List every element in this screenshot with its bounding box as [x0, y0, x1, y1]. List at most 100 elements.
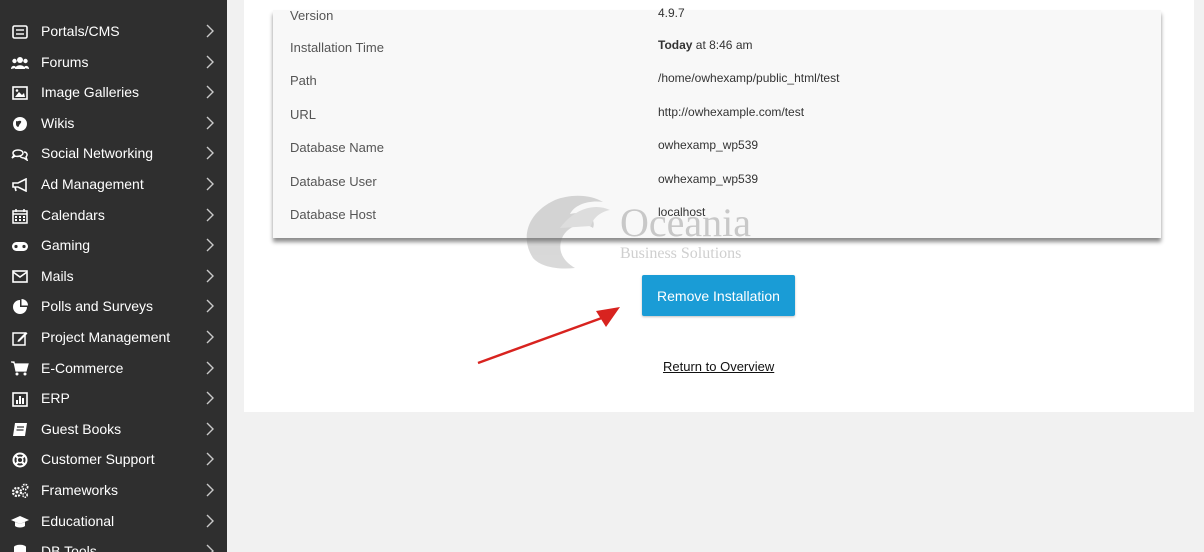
chevron-right-icon — [206, 55, 216, 71]
detail-row: URL http://owhexample.com/test — [273, 99, 1161, 131]
sidebar-item-forums[interactable]: Forums — [0, 48, 227, 78]
sidebar-item-label: Customer Support — [41, 451, 155, 468]
envelope-icon — [11, 269, 29, 285]
sidebar-item-label: ERP — [41, 390, 70, 407]
sidebar-item-label: Project Management — [41, 329, 171, 345]
detail-row: Database Host localhost — [273, 199, 1161, 231]
sidebar-item-label: Social Networking — [41, 145, 154, 162]
detail-value-text: owhexamp_wp539 — [658, 171, 759, 186]
sidebar-item-label: E-Commerce — [41, 359, 124, 376]
gamepad-icon — [11, 238, 29, 254]
detail-key: Database Host — [290, 207, 376, 222]
sidebar-item-educational[interactable]: Educational — [0, 507, 227, 537]
return-to-overview-link[interactable]: Return to Overview — [663, 359, 774, 374]
sidebar-item-customer-support[interactable]: Customer Support — [0, 445, 227, 475]
database-icon — [11, 544, 29, 552]
chat-icon — [11, 146, 29, 162]
sidebar-item-label: Calendars — [41, 206, 105, 223]
detail-key: Version — [290, 8, 334, 23]
graduation-cap-icon — [11, 514, 29, 530]
chevron-right-icon — [206, 24, 216, 40]
detail-value: /home/owhexamp/public_html/test — [658, 71, 839, 85]
chevron-right-icon — [206, 422, 216, 438]
chevron-right-icon — [206, 238, 216, 254]
calendar-icon — [11, 208, 29, 224]
detail-value: 4.9.7 — [658, 6, 685, 20]
sidebar-item-ad-management[interactable]: Ad Management — [0, 170, 227, 200]
detail-value: owhexamp_wp539 — [658, 172, 758, 186]
detail-row: Database User owhexamp_wp539 — [273, 166, 1161, 198]
detail-value-text: at 8:46 am — [692, 38, 753, 52]
chevron-right-icon — [206, 269, 216, 285]
sidebar-item-db-tools[interactable]: DB Tools — [0, 537, 227, 552]
installation-details-card: Version 4.9.7 Installation Time Today at … — [273, 6, 1161, 238]
sidebar-item-label: Forums — [41, 53, 89, 70]
detail-value-text: localhost — [658, 205, 706, 219]
sidebar-item-calendars[interactable]: Calendars — [0, 201, 227, 231]
chevron-right-icon — [206, 299, 216, 315]
remove-installation-button[interactable]: Remove Installation — [642, 275, 795, 316]
detail-value-text: owhexamp_wp539 — [658, 138, 759, 153]
sidebar-item-image-galleries[interactable]: Image Galleries — [0, 78, 227, 108]
sidebar-item-erp[interactable]: ERP — [0, 384, 227, 414]
chevron-right-icon — [206, 85, 216, 101]
sidebar-item-gaming[interactable]: Gaming — [0, 231, 227, 261]
bar-chart-icon — [11, 391, 29, 407]
sidebar-item-label: Frameworks — [41, 482, 119, 498]
list-icon — [11, 24, 29, 40]
globe-icon — [11, 116, 29, 132]
sidebar-item-label: Polls and Surveys — [41, 298, 154, 315]
detail-row: Path/home/owhexamp/public_html/test — [273, 65, 1161, 97]
chevron-right-icon — [206, 208, 216, 224]
detail-value-text: /home/owhexamp/public_html/test — [658, 71, 840, 86]
detail-key: Database User — [290, 173, 377, 189]
detail-value-text: http://owhexample.com/test — [658, 104, 805, 119]
detail-value: http://owhexample.com/test — [658, 105, 804, 119]
chevron-right-icon — [206, 544, 216, 552]
detail-key: Database Name — [290, 140, 384, 156]
cart-icon — [11, 361, 29, 377]
sidebar-item-label: Educational — [41, 512, 115, 529]
detail-key: Path — [290, 73, 317, 89]
sidebar-item-mails[interactable]: Mails — [0, 262, 227, 292]
detail-row-version: Version 4.9.7 — [273, 0, 1161, 32]
edit-icon — [11, 330, 29, 346]
sidebar-item-label: Gaming — [41, 237, 91, 254]
image-icon — [11, 85, 29, 101]
detail-row: Installation Time Today at 8:46 am — [273, 32, 1161, 64]
lifebuoy-icon — [11, 452, 29, 468]
detail-value-emphasis: Today — [658, 38, 693, 52]
chevron-right-icon — [206, 514, 216, 530]
sidebar-item-social-networking[interactable]: Social Networking — [0, 139, 227, 169]
detail-key: Installation Time — [290, 40, 384, 55]
detail-row: Database Name owhexamp_wp539 — [273, 132, 1161, 164]
sidebar-item-frameworks[interactable]: Frameworks — [0, 476, 227, 506]
sidebar-item-label: Wikis — [41, 114, 75, 131]
detail-key: URL — [290, 106, 317, 122]
sidebar-item-polls-and-surveys[interactable]: Polls and Surveys — [0, 292, 227, 322]
chevron-right-icon — [206, 391, 216, 407]
chevron-right-icon — [206, 177, 216, 193]
sidebar-item-project-management[interactable]: Project Management — [0, 323, 227, 353]
sidebar: Portals/CMS Forums Image Galleries Wikis Soc… — [0, 0, 227, 552]
book-icon — [11, 422, 29, 438]
sidebar-item-label: Portals/CMS — [41, 23, 120, 39]
chevron-right-icon — [206, 116, 216, 132]
sidebar-item-label: DB Tools — [41, 543, 97, 552]
chevron-right-icon — [206, 146, 216, 162]
sidebar-item-label: Ad Management — [41, 176, 144, 192]
pie-chart-icon — [11, 299, 29, 315]
red-arrow-annotation — [477, 307, 620, 365]
detail-value: owhexamp_wp539 — [658, 138, 758, 152]
users-icon — [11, 55, 29, 71]
sidebar-item-wikis[interactable]: Wikis — [0, 109, 227, 139]
chevron-right-icon — [206, 361, 216, 377]
detail-value: localhost — [658, 205, 705, 219]
chevron-right-icon — [206, 330, 216, 346]
sidebar-item-portals-cms[interactable]: Portals/CMS — [0, 17, 227, 47]
detail-value: Today at 8:46 am — [658, 38, 753, 52]
gears-icon — [11, 483, 29, 499]
sidebar-item-guest-books[interactable]: Guest Books — [0, 415, 227, 445]
sidebar-item-e-commerce[interactable]: E-Commerce — [0, 354, 227, 384]
sidebar-item-label: Guest Books — [41, 420, 122, 437]
